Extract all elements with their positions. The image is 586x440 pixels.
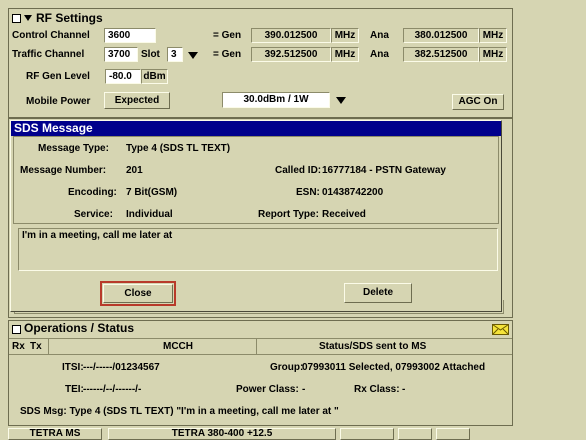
ana-label: Ana: [370, 49, 389, 60]
called-id-value: 16777184 - PSTN Gateway: [322, 165, 446, 176]
rf-settings-header: RF Settings: [10, 10, 512, 27]
power-class-value: -: [302, 384, 306, 395]
slot-label: Slot: [141, 49, 160, 60]
encoding-label: Encoding:: [68, 187, 117, 198]
agc-on-button[interactable]: AGC On: [452, 94, 504, 110]
control-channel-input[interactable]: 3600: [104, 28, 156, 43]
gen-frequency-1: 390.012500: [251, 28, 331, 43]
rx-label: Rx: [12, 341, 25, 352]
operations-header: Operations / Status: [10, 321, 512, 336]
slot-dropdown-icon[interactable]: [188, 52, 198, 59]
mhz-unit: MHz: [479, 28, 507, 43]
report-type-value: Received: [322, 209, 366, 220]
gen-frequency-2: 392.512500: [251, 47, 331, 62]
rx-class-value: -: [402, 384, 406, 395]
ana-label: Ana: [370, 30, 389, 41]
sds-message-line: SDS Msg: Type 4 (SDS TL TEXT) "I'm in a …: [20, 406, 339, 417]
gen-label: = Gen: [213, 30, 242, 41]
dialog-titlebar: SDS Message: [11, 121, 501, 136]
expected-button[interactable]: Expected: [104, 92, 170, 109]
rxtx-divider: [48, 339, 49, 354]
encoding-value: 7 Bit(GSM): [126, 187, 178, 198]
tei-value: ------/--/------/-: [83, 384, 142, 395]
delete-button[interactable]: Delete: [344, 283, 412, 303]
report-type-label: Report Type:: [258, 209, 319, 220]
ana-frequency-1: 380.012500: [403, 28, 479, 43]
close-button[interactable]: Close: [103, 284, 173, 303]
control-channel-label: Control Channel: [12, 30, 90, 41]
envelope-icon[interactable]: [492, 324, 509, 335]
status-bar-band: TETRA 380-400 +12.5: [108, 428, 336, 440]
operations-title: Operations / Status: [24, 321, 135, 335]
esn-label: ESN:: [296, 187, 320, 198]
mobile-power-label: Mobile Power: [26, 96, 91, 107]
status-bar-mode: TETRA MS: [8, 428, 102, 440]
mobile-power-select[interactable]: 30.0dBm / 1W: [222, 92, 330, 108]
message-number-value: 201: [126, 165, 143, 176]
rf-settings-title: RF Settings: [36, 11, 103, 25]
service-value: Individual: [126, 209, 173, 220]
message-text-area[interactable]: I'm in a meeting, call me later at: [18, 228, 498, 271]
mcch-state: MCCH: [163, 341, 193, 352]
message-text: I'm in a meeting, call me later at: [22, 230, 173, 241]
status-divider: [256, 339, 257, 354]
mobile-power-dropdown-icon[interactable]: [336, 97, 346, 104]
call-status: Status/SDS sent to MS: [319, 341, 427, 352]
message-type-label: Message Type:: [38, 143, 109, 154]
collapse-box-icon[interactable]: [12, 14, 21, 23]
mhz-unit: MHz: [331, 47, 359, 62]
status-bar-slot-2: [398, 428, 432, 440]
message-type-value: Type 4 (SDS TL TEXT): [126, 143, 231, 154]
tx-label: Tx: [30, 341, 42, 352]
status-bar-slot-3: [436, 428, 470, 440]
ana-frequency-2: 382.512500: [403, 47, 479, 62]
message-number-label: Message Number:: [20, 165, 107, 176]
mhz-unit: MHz: [479, 47, 507, 62]
rf-gen-level-label: RF Gen Level: [26, 71, 90, 82]
slot-select[interactable]: 3: [167, 47, 183, 62]
service-label: Service:: [74, 209, 113, 220]
gen-label: = Gen: [213, 49, 242, 60]
rx-class-label: Rx Class:: [354, 384, 400, 395]
itsi-label: ITSI:: [62, 362, 84, 373]
power-class-label: Power Class:: [236, 384, 299, 395]
group-value: 07993011 Selected, 07993002 Attached: [302, 362, 486, 373]
dialog-title: SDS Message: [14, 121, 93, 135]
traffic-channel-label: Traffic Channel: [12, 49, 85, 60]
group-label: Group:: [270, 362, 304, 373]
operations-status-row: Rx Tx MCCH Status/SDS sent to MS: [9, 338, 512, 355]
esn-value: 01438742200: [322, 187, 384, 198]
tei-label: TEI:: [65, 384, 84, 395]
collapse-box-icon[interactable]: [12, 325, 21, 334]
itsi-value: ---/-----/01234567: [83, 362, 160, 373]
called-id-label: Called ID:: [275, 165, 322, 176]
rf-gen-level-input[interactable]: -80.0: [105, 69, 141, 84]
traffic-channel-input[interactable]: 3700: [104, 47, 138, 62]
status-bar-slot-1: [340, 428, 394, 440]
panel-menu-icon[interactable]: [24, 15, 32, 21]
dbm-unit: dBm: [141, 69, 168, 84]
mhz-unit: MHz: [331, 28, 359, 43]
